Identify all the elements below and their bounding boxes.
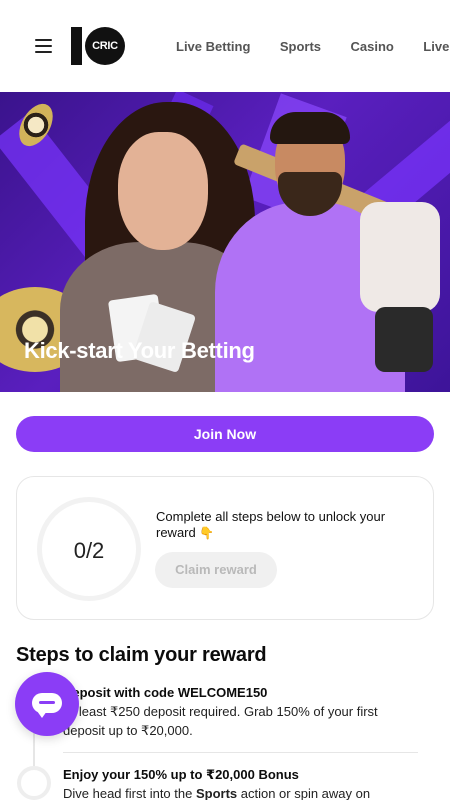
logo-bar xyxy=(71,27,82,65)
step-divider xyxy=(63,752,418,753)
progress-message: Complete all steps below to unlock your … xyxy=(156,509,411,541)
chat-bubble-icon xyxy=(32,693,62,718)
chat-button[interactable] xyxy=(15,672,79,736)
step-title: Deposit with code WELCOME150 xyxy=(63,685,268,700)
wrist-band-image xyxy=(375,307,433,372)
reward-progress-card: 0/2 Complete all steps below to unlock y… xyxy=(16,476,434,620)
main-nav: Live Betting Sports Casino Live Casino xyxy=(176,38,450,56)
cricketer-hair xyxy=(270,112,350,144)
site-logo[interactable]: CRIC xyxy=(71,27,125,65)
chat-bubble-line xyxy=(39,701,55,704)
progress-value: 0/2 xyxy=(73,538,105,563)
hamburger-menu-icon[interactable] xyxy=(35,39,52,53)
woman-face xyxy=(118,132,208,250)
step-description-text: action or spin away on xyxy=(237,786,371,800)
step-item: Enjoy your 150% up to ₹20,000 Bonus Dive… xyxy=(63,766,423,800)
logo-text: CRIC xyxy=(92,40,118,52)
nav-live-casino[interactable]: Live Casino xyxy=(423,39,450,54)
pointing-down-icon: 👇 xyxy=(199,526,215,540)
step-description: At least ₹250 deposit required. Grab 150… xyxy=(63,704,378,738)
step-description: Dive head first into the Sports action o… xyxy=(63,784,423,800)
step-item: Deposit with code WELCOME150 At least ₹2… xyxy=(63,684,423,740)
hero-banner: Kick-start Your Betting xyxy=(0,92,450,392)
batting-glove-image xyxy=(360,202,440,312)
hero-title: Kick-start Your Betting xyxy=(24,338,255,363)
step-title: Enjoy your 150% up to ₹20,000 Bonus xyxy=(63,767,299,782)
join-now-button[interactable]: Join Now xyxy=(16,416,434,452)
nav-sports[interactable]: Sports xyxy=(280,39,321,54)
step-status-circle xyxy=(17,766,51,800)
progress-message-text: Complete all steps below to unlock your … xyxy=(156,509,386,540)
nav-casino[interactable]: Casino xyxy=(350,39,393,54)
steps-heading: Steps to claim your reward xyxy=(16,644,267,666)
progress-ring: 0/2 xyxy=(37,497,141,601)
step-description-bold: Sports xyxy=(195,786,238,800)
step-description-text: Dive head first into the xyxy=(63,786,196,800)
claim-reward-button[interactable]: Claim reward xyxy=(155,552,277,588)
top-header: CRIC Live Betting Sports Casino Live Cas… xyxy=(0,0,450,92)
nav-live-betting[interactable]: Live Betting xyxy=(176,39,250,54)
